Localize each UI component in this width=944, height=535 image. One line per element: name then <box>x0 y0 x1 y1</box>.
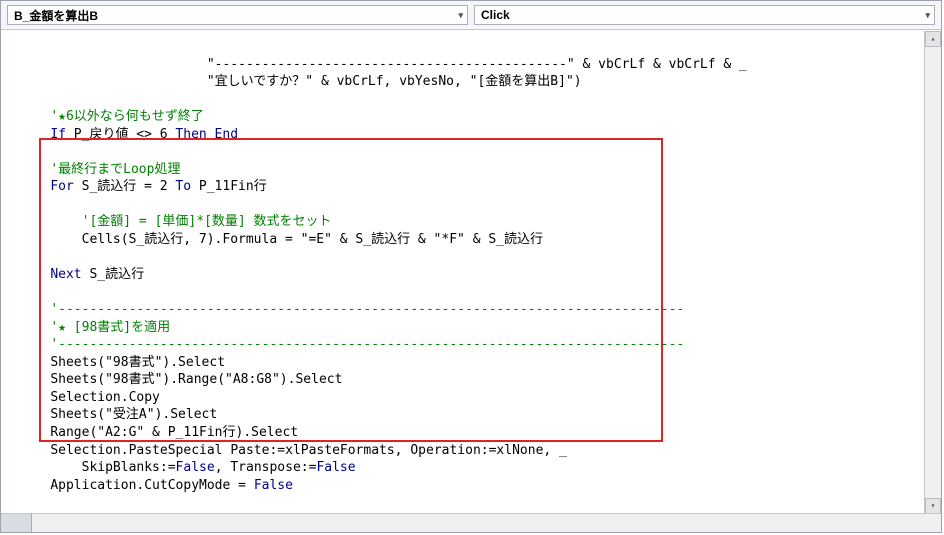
procedure-dropdown[interactable]: Click ▾ <box>474 5 935 25</box>
vertical-scrollbar[interactable]: ▴ ▾ <box>924 31 941 514</box>
code-keyword: False <box>316 460 355 475</box>
scroll-track[interactable] <box>925 47 941 498</box>
dropdown-bar: B_金額を算出B ▾ Click ▾ <box>1 1 941 30</box>
code-line: Range("A2:G" & P_11Fin行).Select <box>50 425 298 440</box>
code-text: S_読込行 = 2 <box>74 179 176 194</box>
code-editor[interactable]: "---------------------------------------… <box>1 30 941 513</box>
object-dropdown-value: B_金額を算出B <box>14 7 98 24</box>
code-text: , Transpose:= <box>215 460 317 475</box>
code-keyword: Next <box>50 267 81 282</box>
code-line: "---------------------------------------… <box>144 57 747 72</box>
view-split-handle[interactable] <box>1 514 32 532</box>
code-body: "---------------------------------------… <box>1 30 941 513</box>
code-text: P_戻り値 <> 6 <box>66 127 175 142</box>
code-line: Sheets("98書式").Select <box>50 355 225 370</box>
editor-window: B_金額を算出B ▾ Click ▾ "--------------------… <box>0 0 942 533</box>
code-comment: '---------------------------------------… <box>50 302 684 317</box>
code-line: Selection.PasteSpecial Paste:=xlPasteFor… <box>50 443 567 458</box>
code-keyword: To <box>175 179 191 194</box>
bottom-bar <box>1 513 941 532</box>
code-text: Application.CutCopyMode = <box>50 478 254 493</box>
code-line: "宜しいですか？" & vbCrLf, vbYesNo, "[金額を算出B]") <box>144 74 581 89</box>
code-line: Cells(S_読込行, 7).Formula = "=E" & S_読込行 &… <box>82 232 543 247</box>
chevron-down-icon: ▾ <box>925 10 930 21</box>
chevron-down-icon: ▾ <box>458 10 463 21</box>
code-text: S_読込行 <box>82 267 144 282</box>
code-line: Sheets("受注A").Select <box>50 407 217 422</box>
code-keyword: If <box>50 127 66 142</box>
code-line: Selection.Copy <box>50 390 160 405</box>
code-comment: '[金額] = [単価]*[数量] 数式をセット <box>82 214 332 229</box>
code-line: Sheets("98書式").Range("A8:G8").Select <box>50 372 342 387</box>
procedure-dropdown-value: Click <box>481 8 510 22</box>
scroll-up-button[interactable]: ▴ <box>925 31 941 47</box>
code-comment: '★ [98書式]を適用 <box>50 320 170 335</box>
object-dropdown[interactable]: B_金額を算出B ▾ <box>7 5 468 25</box>
code-text: SkipBlanks:= <box>50 460 175 475</box>
code-comment: '---------------------------------------… <box>50 337 684 352</box>
scroll-down-button[interactable]: ▾ <box>925 498 941 514</box>
code-keyword: False <box>176 460 215 475</box>
code-keyword: Then End <box>175 127 238 142</box>
code-comment: '★6以外なら何もせず終了 <box>50 109 203 124</box>
code-text: P_11Fin行 <box>191 179 267 194</box>
code-keyword: False <box>254 478 293 493</box>
horizontal-scrollbar[interactable] <box>32 514 941 532</box>
code-comment: '最終行までLoop処理 <box>50 162 180 177</box>
code-keyword: For <box>50 179 73 194</box>
